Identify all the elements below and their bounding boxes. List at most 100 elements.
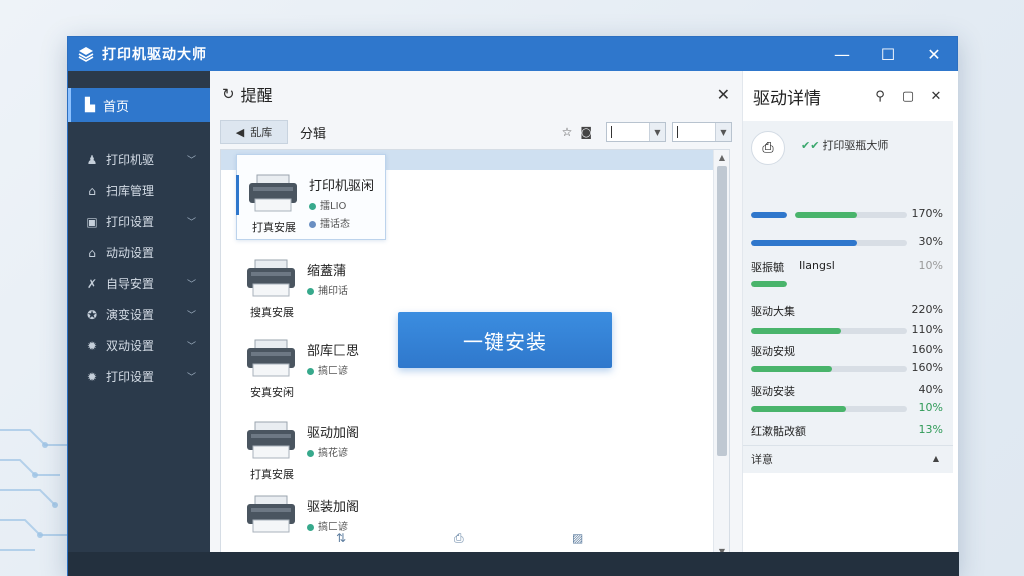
detail-mid: Ilangsl	[799, 259, 835, 272]
status-dot-icon	[307, 367, 314, 375]
refresh-icon: ↻	[222, 85, 235, 103]
sidebar-item-label: 双动设置	[106, 339, 155, 353]
chevron-down-icon: ▼	[649, 123, 665, 141]
toolbar-button[interactable]: ◀ 乱库	[220, 120, 288, 144]
detail-row: 170%	[751, 207, 945, 223]
sidebar-item-scan[interactable]: ⌂ 扫库管理	[68, 175, 210, 206]
badge-icon: ✪	[86, 307, 98, 322]
minimize-button[interactable]: —	[819, 37, 865, 71]
progress-bar	[795, 212, 907, 218]
scanner-icon: ⌂	[88, 183, 96, 198]
sidebar-item-printer[interactable]: ♟ 打印机驱 ﹀	[68, 144, 210, 175]
toolbar: ◀ 乱库 分辑 ☆ ◙ ▼ ▼	[210, 117, 742, 147]
driver-sub: 打真安展	[252, 221, 296, 234]
driver-name: 缩蓋蒲	[307, 264, 347, 279]
sidebar-item-auto[interactable]: ✗ 自导安置 ﹀	[68, 268, 210, 299]
close-button[interactable]: ✕	[911, 37, 957, 71]
pin-icon[interactable]: ⚲	[866, 89, 894, 104]
app-window: 打印机驱动大师 — ☐ ✕ ▙ 首页 ♟ 打印机驱 ﹀ ⌂ 扫库管理 ▣ 打印设…	[67, 36, 959, 576]
details-panel: 驱动详情 ⚲ ▢ ✕ ⎙ ✔✔ 打印驱瓶大师 170% 30% 驱振毓 Ilang…	[742, 71, 958, 552]
sidebar-item-print-settings[interactable]: ▣ 打印设置 ﹀	[68, 206, 210, 237]
sort-icon[interactable]: ⇅	[336, 531, 346, 545]
one-click-install-button[interactable]: 一键安装	[398, 312, 612, 368]
driver-sub: 打真安展	[250, 468, 294, 481]
detail-value: 220%	[911, 303, 943, 316]
calendar-icon: ▣	[86, 214, 98, 229]
printer-small-icon[interactable]: ⎙	[454, 531, 464, 546]
details-expander[interactable]: 详意 ▲	[743, 445, 953, 471]
sidebar-item-label: 演变设置	[106, 308, 155, 322]
details-card: ⎙ ✔✔ 打印驱瓶大师 170% 30% 驱振毓 Ilangsl 10% 驱动大集	[743, 121, 953, 473]
printer-avatar-icon: ⎙	[751, 131, 785, 165]
detail-row: 110%	[751, 323, 945, 339]
driver-name: 驱装加阁	[307, 500, 360, 515]
sidebar-item-label: 动动设置	[106, 246, 155, 260]
sidebar-item-motion[interactable]: ⌂ 动动设置	[68, 237, 210, 268]
driver-status-2: 擂话态	[309, 215, 350, 230]
panel-footer: ⇅ ⎙ ▨	[210, 524, 742, 552]
detail-value: 10%	[918, 259, 943, 272]
close-icon[interactable]: ✕	[922, 89, 950, 104]
sidebar-item-print-settings-2[interactable]: ✹ 打印设置 ﹀	[68, 361, 210, 392]
sidebar-item-dual[interactable]: ✹ 双动设置 ﹀	[68, 330, 210, 361]
driver-status: 捕印话	[307, 282, 348, 297]
sidebar-item-evolve[interactable]: ✪ 演变设置 ﹀	[68, 299, 210, 330]
chevron-up-icon: ▲	[932, 454, 939, 463]
driver-status: 搞匚谚	[307, 362, 348, 377]
sidebar-item-label: 首页	[103, 99, 130, 115]
progress-bar	[751, 366, 907, 372]
driver-list: 抗嫁含担 ▲ ▼ 打真安展 打印机驱闲 擂LIO 擂话态	[220, 149, 730, 559]
chevron-down-icon: ﹀	[186, 373, 196, 383]
filter-select-1[interactable]: ▼	[606, 122, 666, 142]
list-item[interactable]: 安真安闲 部库匚思 搞匚谚	[235, 338, 385, 418]
list-item[interactable]: 打真安展 打印机驱闲 擂LIO 擂话态	[236, 154, 386, 240]
detail-row: 160%	[751, 361, 945, 377]
sidebar-item-label: 打印设置	[106, 370, 155, 384]
restore-icon[interactable]: ▢	[894, 89, 922, 104]
panel-close-button[interactable]: ✕	[717, 85, 730, 104]
driver-name: 部库匚思	[307, 344, 360, 359]
details-title: 驱动详情	[753, 88, 821, 109]
sidebar-item-home[interactable]: ▙ 首页	[68, 88, 210, 122]
home-icon: ⌂	[88, 245, 96, 260]
detail-row: 10%	[751, 401, 945, 417]
app-logo-icon	[76, 44, 96, 64]
image-icon[interactable]: ▨	[572, 531, 583, 545]
driver-sub: 安真安闲	[250, 386, 294, 399]
printer-icon	[247, 259, 295, 297]
chevron-down-icon: ﹀	[186, 218, 196, 228]
sidebar: ▙ 首页 ♟ 打印机驱 ﹀ ⌂ 扫库管理 ▣ 打印设置 ﹀ ⌂ 动动设置 ✗ 自…	[68, 71, 210, 552]
toolbar-label: 分辑	[300, 126, 327, 142]
scroll-up-icon[interactable]: ▲	[714, 150, 729, 164]
scrollbar[interactable]: ▲ ▼	[713, 150, 729, 558]
brand-label: ✔✔ 打印驱瓶大师	[801, 139, 889, 152]
driver-sub: 搜真安展	[250, 306, 294, 319]
detail-label: 驱动安规	[751, 345, 795, 358]
detail-value: 160%	[911, 343, 943, 356]
status-strip	[68, 552, 959, 576]
star-icon[interactable]: ☆	[562, 125, 573, 139]
status-dot-icon	[307, 449, 314, 457]
filter-select-2[interactable]: ▼	[672, 122, 732, 142]
detail-value: 10%	[918, 401, 943, 414]
list-item[interactable]: 搜真安展 缩蓋蒲 捕印话	[235, 258, 385, 338]
run-icon: ✗	[86, 276, 98, 291]
progress-bar	[751, 212, 787, 218]
sidebar-item-label: 扫库管理	[106, 184, 155, 198]
detail-row: 驱动安装 40%	[751, 383, 945, 399]
detail-row	[751, 281, 945, 287]
driver-name: 打印机驱闲	[309, 179, 375, 194]
title-bar: 打印机驱动大师 — ☐ ✕	[68, 37, 957, 71]
progress-bar	[751, 406, 907, 412]
scroll-thumb[interactable]	[717, 166, 727, 456]
panel-title: 提醒	[240, 86, 273, 105]
maximize-button[interactable]: ☐	[865, 37, 911, 71]
list-item[interactable]: 打真安展 驱动加阁 搞花谚	[235, 420, 385, 500]
circuit-decoration	[0, 429, 70, 551]
detail-row: 驱振毓 Ilangsl 10%	[751, 259, 945, 275]
camera-icon[interactable]: ◙	[580, 125, 592, 139]
driver-status: 搞花谚	[307, 444, 348, 459]
gear-icon: ✹	[86, 369, 98, 384]
printer-icon	[247, 421, 295, 459]
detail-label: 驱振毓	[751, 261, 784, 274]
